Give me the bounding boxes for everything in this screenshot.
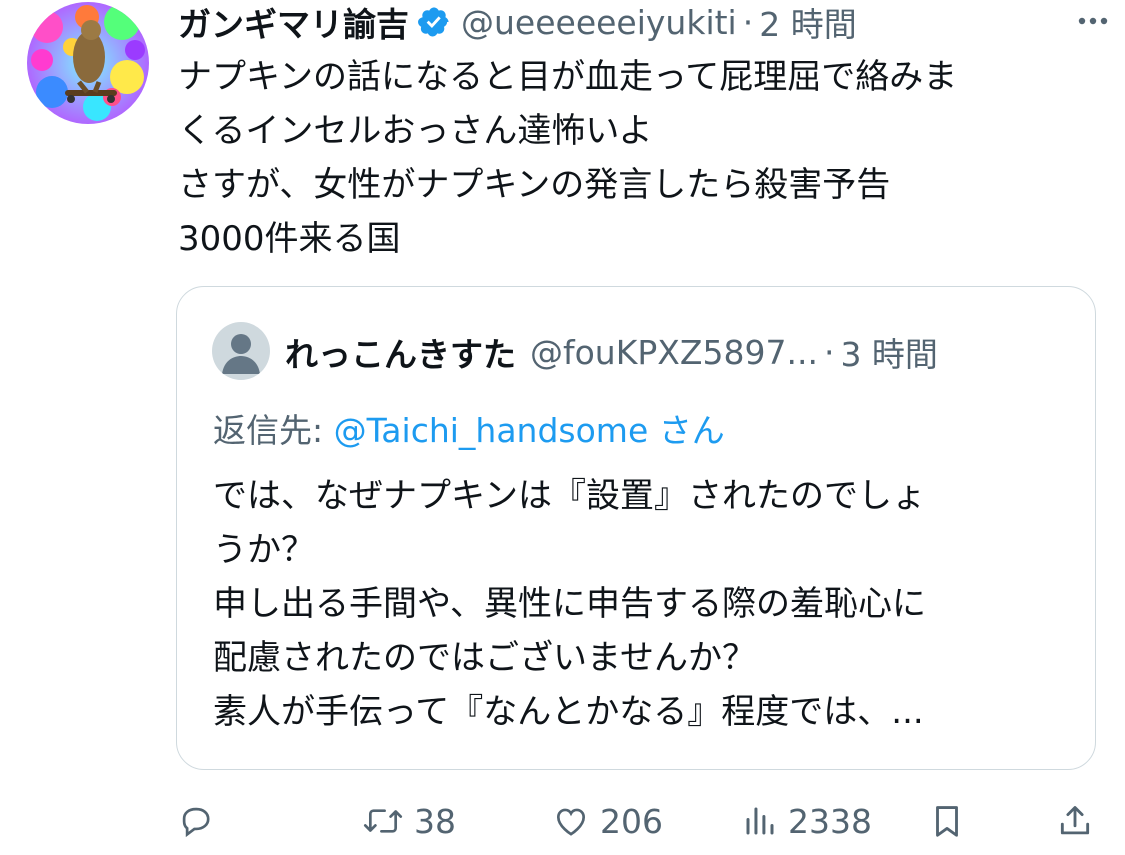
quoted-time: 3 時間: [840, 335, 938, 374]
action-bar: 38 206 2338: [0, 795, 1125, 847]
reply-to-label: 返信先:: [213, 411, 334, 450]
quoted-author-avatar[interactable]: [212, 322, 270, 380]
quoted-handle: @fouKPXZ5897...: [530, 332, 818, 372]
view-count: 2338: [788, 801, 872, 841]
tweet-header: ガンギマリ諭吉 @ueeeeeeiyukiti · 2 時間: [178, 0, 1105, 46]
bookmark-icon: [928, 802, 966, 840]
verified-badge-icon: [417, 5, 451, 39]
reply-to-suffix: さん: [648, 411, 725, 450]
reply-button[interactable]: [177, 795, 225, 847]
more-dots-icon[interactable]: [1073, 6, 1113, 36]
quoted-tweet-header: れっこんきすた @fouKPXZ5897... · 3 時間: [285, 327, 938, 377]
bookmark-button[interactable]: [928, 795, 966, 847]
retweet-button[interactable]: 38: [362, 795, 456, 847]
quoted-tweet-text: では、なぜナプキンは『設置』されたのでしょ うか？ 申し出る手間や、異性に申告す…: [213, 476, 926, 732]
heart-icon: [552, 802, 590, 840]
tweet-text: ナプキンの話になると目が血走って屁理屈で絡みま くるインセルおっさん達怖いよ さ…: [178, 57, 958, 259]
views-button[interactable]: 2338: [742, 795, 872, 847]
author-avatar[interactable]: [27, 2, 149, 124]
quoted-header-separator: ·: [823, 332, 835, 372]
header-separator: ·: [742, 2, 754, 42]
share-button[interactable]: [1056, 795, 1094, 847]
author-display-name[interactable]: ガンギマリ諭吉: [178, 0, 409, 46]
reply-icon: [177, 802, 215, 840]
like-button[interactable]: 206: [552, 795, 663, 847]
default-avatar-icon: [212, 322, 270, 380]
retweet-icon: [362, 802, 404, 840]
quoted-display-name: れっこんきすた: [285, 335, 516, 374]
tweet-time[interactable]: 2 時間: [759, 0, 857, 46]
tweet: ガンギマリ諭吉 @ueeeeeeiyukiti · 2 時間 ナプキンの話になる…: [0, 0, 1125, 855]
views-bar-icon: [742, 802, 778, 840]
reply-to-handle-link[interactable]: @Taichi_handsome: [334, 411, 649, 450]
author-handle[interactable]: @ueeeeeeiyukiti: [461, 3, 737, 42]
share-icon: [1056, 802, 1094, 840]
retweet-count: 38: [414, 801, 456, 841]
quoted-tweet[interactable]: れっこんきすた @fouKPXZ5897... · 3 時間 返信先: @Tai…: [176, 286, 1096, 770]
reply-to-line: 返信先: @Taichi_handsome さん: [213, 404, 725, 452]
author-avatar-image: [27, 2, 149, 124]
like-count: 206: [600, 801, 663, 841]
